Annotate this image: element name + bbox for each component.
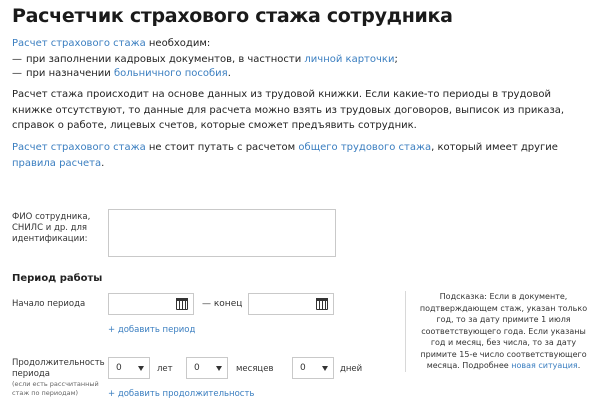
insurance-experience-link[interactable]: Расчет страхового стажа [12,38,146,49]
calendar-icon[interactable] [176,298,188,310]
page-title: Расчетчик страхового стажа сотрудника [12,5,453,27]
months-value: 0 [194,363,200,373]
chevron-down-icon [322,366,328,371]
period-end-input[interactable] [248,293,334,315]
period-start-input[interactable] [108,293,194,315]
list-item-tail: ; [394,54,398,65]
duration-label: Продолжительность периода [12,358,105,379]
intro-text: необходим: [145,38,211,49]
list-dash: — [12,54,22,65]
new-situation-link[interactable]: новая ситуация [511,361,577,370]
chevron-down-icon [216,366,222,371]
hint-text: Подсказка: Если в документе, подтверждаю… [419,292,588,370]
months-unit: месяцев [236,364,274,374]
hint-tail: . [577,361,581,370]
days-unit: дней [340,364,363,374]
note-text-2: , который имеет другие [431,142,558,153]
hint-box: Подсказка: Если в документе, подтверждаю… [405,291,593,372]
list-item-tail: . [227,68,231,79]
list-item: — при назначении больничного пособия. [12,67,231,81]
duration-note: (если есть рассчитанный стаж по периодам… [12,380,99,397]
insurance-experience-link-2[interactable]: Расчет страхового стажа [12,142,146,153]
chevron-down-icon [138,366,144,371]
days-select[interactable]: 0 [292,357,334,379]
list-dash: — [12,68,22,79]
list-item: — при заполнении кадровых документов, в ч… [12,53,398,67]
years-unit: лет [157,364,173,374]
period-end-label: — конец [202,299,243,309]
sick-benefit-link[interactable]: больничного пособия [114,68,228,79]
intro-paragraph: Расчет страхового стажа необходим: [12,36,587,52]
list-item-text: при назначении [26,68,114,79]
days-value: 0 [300,363,306,373]
fio-label: ФИО сотрудника, СНИЛС и др. для идентифи… [12,212,91,244]
note-text-1: не стоит путать с расчетом [145,142,299,153]
personal-card-link[interactable]: личной карточки [304,54,394,65]
fio-textarea[interactable] [108,209,336,257]
years-select[interactable]: 0 [108,357,150,379]
general-experience-link[interactable]: общего трудового стажа [298,142,431,153]
period-start-label: Начало периода [12,299,86,309]
note-paragraph: Расчет страхового стажа не стоит путать … [12,140,587,171]
calculation-rules-link[interactable]: правила расчета [12,158,101,169]
calendar-icon[interactable] [316,298,328,310]
calculation-source-paragraph: Расчет стажа происходит на основе данных… [12,89,565,131]
months-select[interactable]: 0 [186,357,228,379]
years-value: 0 [116,363,122,373]
add-duration-link[interactable]: + добавить продолжительность [108,389,254,399]
note-text-3: . [101,157,105,169]
work-period-heading: Период работы [12,273,103,284]
list-item-text: при заполнении кадровых документов, в ча… [26,54,305,65]
add-period-link[interactable]: + добавить период [108,325,195,335]
